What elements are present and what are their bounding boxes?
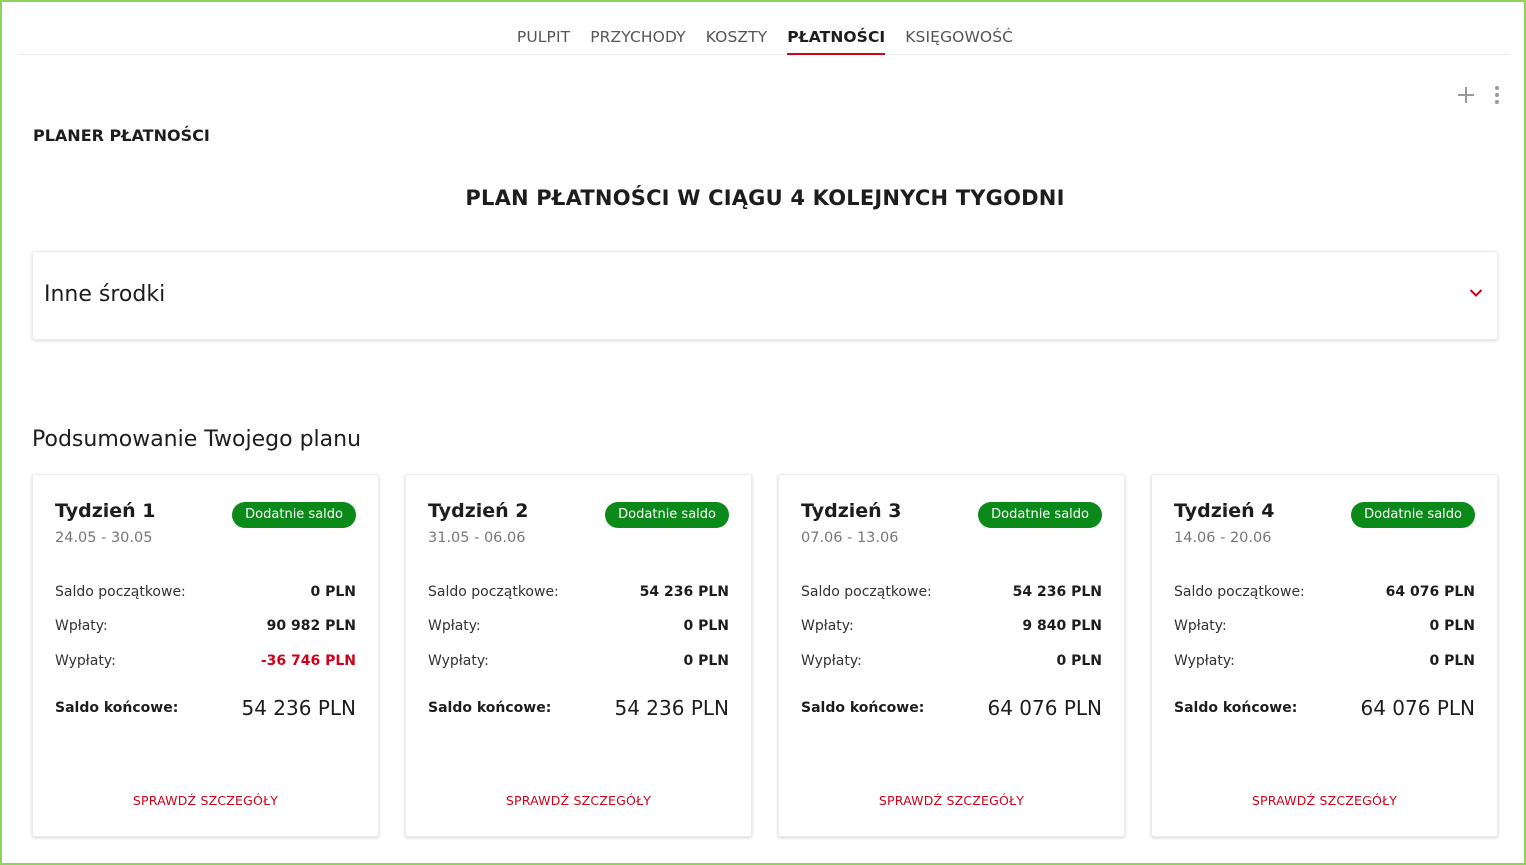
top-navigation: PULPIT PRZYCHODY KOSZTY PŁATNOŚCI KSIĘGO…	[18, 22, 1510, 55]
week-dates: 24.05 - 30.05	[55, 530, 153, 546]
week-title: Tydzień 4	[1174, 500, 1275, 522]
week-cards: Tydzień 1 24.05 - 30.05 Dodatnie saldo S…	[32, 474, 1498, 837]
closing-balance-value: 64 076 PLN	[1360, 696, 1475, 720]
payments-row: Wypłaty: -36 746 PLN	[55, 651, 356, 671]
payments-label: Wypłaty:	[801, 653, 862, 669]
opening-balance-label: Saldo początkowe:	[428, 584, 559, 600]
opening-balance-row: Saldo początkowe: 0 PLN	[55, 582, 356, 602]
payments-label: Wypłaty:	[1174, 653, 1235, 669]
closing-balance-label: Saldo końcowe:	[428, 700, 552, 716]
closing-balance-row: Saldo końcowe: 54 236 PLN	[55, 695, 356, 721]
income-value: 0 PLN	[1429, 618, 1475, 634]
closing-balance-value: 54 236 PLN	[241, 696, 356, 720]
status-badge: Dodatnie saldo	[232, 502, 356, 528]
income-value: 90 982 PLN	[266, 618, 356, 634]
status-badge: Dodatnie saldo	[1351, 502, 1475, 528]
income-row: Wpłaty: 9 840 PLN	[801, 616, 1102, 636]
closing-balance-label: Saldo końcowe:	[55, 700, 179, 716]
week-title: Tydzień 2	[428, 500, 529, 522]
accordion-label: Inne środki	[44, 282, 166, 307]
income-row: Wpłaty: 0 PLN	[428, 616, 729, 636]
income-label: Wpłaty:	[801, 618, 854, 634]
tab-platnosci[interactable]: PŁATNOŚCI	[787, 22, 886, 55]
tab-przychody[interactable]: PRZYCHODY	[590, 22, 686, 55]
payments-row: Wypłaty: 0 PLN	[801, 651, 1102, 671]
payments-value: 0 PLN	[1056, 653, 1102, 669]
app-frame: PULPIT PRZYCHODY KOSZTY PŁATNOŚCI KSIĘGO…	[0, 0, 1526, 865]
opening-balance-label: Saldo początkowe:	[801, 584, 932, 600]
week-card-4: Tydzień 4 14.06 - 20.06 Dodatnie saldo S…	[1151, 474, 1498, 837]
income-value: 0 PLN	[683, 618, 729, 634]
tab-pulpit[interactable]: PULPIT	[517, 22, 570, 55]
payments-value: 0 PLN	[1429, 653, 1475, 669]
week-card-1: Tydzień 1 24.05 - 30.05 Dodatnie saldo S…	[32, 474, 379, 837]
week-title: Tydzień 3	[801, 500, 902, 522]
payments-label: Wypłaty:	[428, 653, 489, 669]
closing-balance-value: 64 076 PLN	[987, 696, 1102, 720]
income-row: Wpłaty: 90 982 PLN	[55, 616, 356, 636]
opening-balance-value: 54 236 PLN	[639, 584, 729, 600]
payments-value: -36 746 PLN	[260, 653, 356, 669]
chevron-down-icon[interactable]	[1469, 288, 1483, 298]
opening-balance-row: Saldo początkowe: 54 236 PLN	[428, 582, 729, 602]
opening-balance-value: 64 076 PLN	[1385, 584, 1475, 600]
section-title: PLANER PŁATNOŚCI	[33, 126, 210, 145]
opening-balance-label: Saldo początkowe:	[1174, 584, 1305, 600]
week-dates: 31.05 - 06.06	[428, 530, 526, 546]
accordion-inne-srodki[interactable]: Inne środki	[32, 251, 1498, 340]
status-badge: Dodatnie saldo	[605, 502, 729, 528]
tab-koszty[interactable]: KOSZTY	[706, 22, 768, 55]
closing-balance-label: Saldo końcowe:	[1174, 700, 1298, 716]
summary-title: Podsumowanie Twojego planu	[32, 427, 362, 452]
week-dates: 07.06 - 13.06	[801, 530, 899, 546]
check-details-link[interactable]: SPRAWDŹ SZCZEGÓŁY	[406, 793, 751, 808]
income-label: Wpłaty:	[1174, 618, 1227, 634]
week-title: Tydzień 1	[55, 500, 156, 522]
week-dates: 14.06 - 20.06	[1174, 530, 1272, 546]
closing-balance-label: Saldo końcowe:	[801, 700, 925, 716]
opening-balance-value: 54 236 PLN	[1012, 584, 1102, 600]
income-row: Wpłaty: 0 PLN	[1174, 616, 1475, 636]
plus-icon[interactable]	[1457, 86, 1475, 104]
check-details-link[interactable]: SPRAWDŹ SZCZEGÓŁY	[1152, 793, 1497, 808]
payments-label: Wypłaty:	[55, 653, 116, 669]
opening-balance-value: 0 PLN	[310, 584, 356, 600]
week-card-2: Tydzień 2 31.05 - 06.06 Dodatnie saldo S…	[405, 474, 752, 837]
income-label: Wpłaty:	[55, 618, 108, 634]
opening-balance-label: Saldo początkowe:	[55, 584, 186, 600]
closing-balance-row: Saldo końcowe: 54 236 PLN	[428, 695, 729, 721]
check-details-link[interactable]: SPRAWDŹ SZCZEGÓŁY	[33, 793, 378, 808]
closing-balance-row: Saldo końcowe: 64 076 PLN	[801, 695, 1102, 721]
closing-balance-value: 54 236 PLN	[614, 696, 729, 720]
income-value: 9 840 PLN	[1022, 618, 1102, 634]
check-details-link[interactable]: SPRAWDŹ SZCZEGÓŁY	[779, 793, 1124, 808]
closing-balance-row: Saldo końcowe: 64 076 PLN	[1174, 695, 1475, 721]
more-vertical-icon[interactable]	[1491, 85, 1503, 105]
income-label: Wpłaty:	[428, 618, 481, 634]
payments-value: 0 PLN	[683, 653, 729, 669]
opening-balance-row: Saldo początkowe: 54 236 PLN	[801, 582, 1102, 602]
tab-ksiegowosc[interactable]: KSIĘGOWOŚĆ	[905, 22, 1013, 55]
payments-row: Wypłaty: 0 PLN	[428, 651, 729, 671]
status-badge: Dodatnie saldo	[978, 502, 1102, 528]
plan-title: PLAN PŁATNOŚCI W CIĄGU 4 KOLEJNYCH TYGOD…	[465, 186, 1065, 210]
payments-row: Wypłaty: 0 PLN	[1174, 651, 1475, 671]
opening-balance-row: Saldo początkowe: 64 076 PLN	[1174, 582, 1475, 602]
week-card-3: Tydzień 3 07.06 - 13.06 Dodatnie saldo S…	[778, 474, 1125, 837]
